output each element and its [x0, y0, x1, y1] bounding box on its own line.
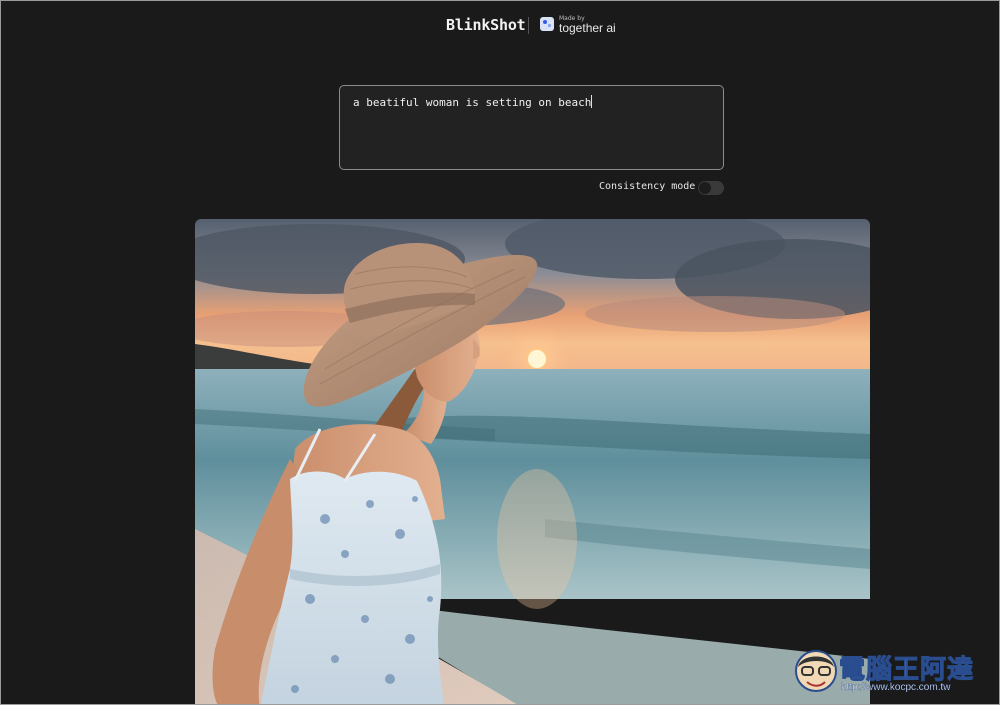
beach-photo-icon: [195, 219, 870, 704]
consistency-mode-label: Consistency mode: [599, 181, 696, 192]
app-window: BlinkShot Made by together ai a beatiful…: [0, 0, 1000, 705]
prompt-input[interactable]: a beatiful woman is setting on beach: [339, 85, 724, 170]
partner-name: together ai: [559, 21, 616, 35]
watermark-text: 電腦王阿達: [838, 655, 975, 686]
together-logo-icon: [540, 17, 554, 31]
mascot-icon: [795, 650, 837, 692]
text-caret: [591, 95, 593, 108]
watermark: 電腦王阿達 http://www.kocpc.com.tw: [793, 641, 993, 701]
header-divider: [528, 17, 529, 34]
brand-logo[interactable]: BlinkShot: [446, 16, 526, 34]
generated-image[interactable]: [195, 219, 870, 704]
consistency-mode-toggle[interactable]: [698, 181, 724, 195]
toggle-knob: [699, 182, 711, 194]
prompt-text[interactable]: a beatiful woman is setting on beach: [353, 95, 593, 109]
watermark-url: http://www.kocpc.com.tw: [841, 682, 951, 693]
header: BlinkShot Made by together ai: [1, 15, 999, 39]
